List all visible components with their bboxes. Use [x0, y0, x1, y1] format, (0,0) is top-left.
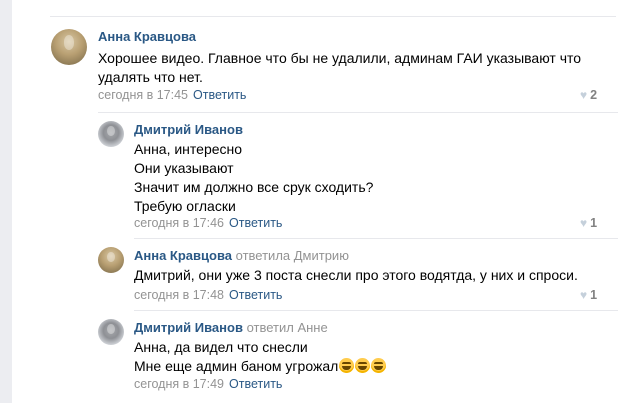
avatar[interactable] [98, 319, 124, 345]
reply-to-label: ответила Дмитрию [235, 248, 349, 263]
comment-text: Дмитрий, они уже 3 поста снесли про этог… [134, 267, 578, 283]
reply-button[interactable]: Ответить [229, 288, 282, 302]
comment-text-line: Анна, да видел что снесли [134, 339, 308, 355]
heart-icon: ♥ [580, 288, 588, 302]
reply-to-label: ответил Анне [246, 320, 328, 335]
like-count: 1 [590, 288, 598, 302]
avatar[interactable] [98, 247, 124, 273]
comment-divider [134, 310, 618, 311]
comment-author[interactable]: Анна Кравцова ответила Дмитрию [134, 248, 349, 263]
reply-button[interactable]: Ответить [229, 216, 282, 230]
comment-meta: сегодня в 17:45 Ответить [98, 88, 246, 102]
comment-meta: сегодня в 17:46 Ответить [134, 216, 282, 230]
comment-time[interactable]: сегодня в 17:45 [98, 88, 188, 102]
comment-text: Анна, да видел что снесли Мне еще админ … [134, 338, 618, 376]
heart-icon: ♥ [580, 88, 588, 102]
top-divider [50, 16, 616, 17]
author-name[interactable]: Дмитрий Иванов [134, 320, 243, 335]
avatar[interactable] [51, 29, 87, 65]
comment-divider [134, 238, 618, 239]
like-count: 2 [590, 88, 598, 102]
comment-author[interactable]: Анна Кравцова [98, 29, 196, 44]
rolling-on-floor-laughing-icon [355, 358, 371, 373]
comments-thread: Анна Кравцова Хорошее видео. Главное что… [12, 0, 640, 403]
reply-button[interactable]: Ответить [193, 88, 246, 102]
comment-meta: сегодня в 17:49 Ответить [134, 377, 282, 391]
like-button[interactable]: ♥ 1 [580, 288, 597, 302]
reply-button[interactable]: Ответить [229, 377, 282, 391]
comment-author[interactable]: Дмитрий Иванов [134, 122, 243, 137]
like-button[interactable]: ♥ 1 [580, 216, 597, 230]
like-count: 1 [590, 216, 598, 230]
comment-author[interactable]: Дмитрий Иванов ответил Анне [134, 320, 328, 335]
comment-time[interactable]: сегодня в 17:48 [134, 288, 224, 302]
avatar[interactable] [98, 121, 124, 147]
rolling-on-floor-laughing-icon [339, 358, 355, 373]
comment-time[interactable]: сегодня в 17:49 [134, 377, 224, 391]
heart-icon: ♥ [580, 216, 588, 230]
rolling-on-floor-laughing-icon [371, 358, 387, 373]
comment-meta: сегодня в 17:48 Ответить [134, 288, 282, 302]
comment-time[interactable]: сегодня в 17:46 [134, 216, 224, 230]
left-gutter [0, 0, 12, 403]
author-name[interactable]: Анна Кравцова [134, 248, 232, 263]
comment-text: Хорошее видео. Главное что бы не удалили… [98, 50, 582, 85]
comment-text: Анна, интересно Они указывают Значит им … [134, 141, 374, 214]
comment-divider [98, 112, 618, 113]
like-button[interactable]: ♥ 2 [580, 88, 597, 102]
comment-text-line: Мне еще админ баном угрожал [134, 357, 618, 376]
